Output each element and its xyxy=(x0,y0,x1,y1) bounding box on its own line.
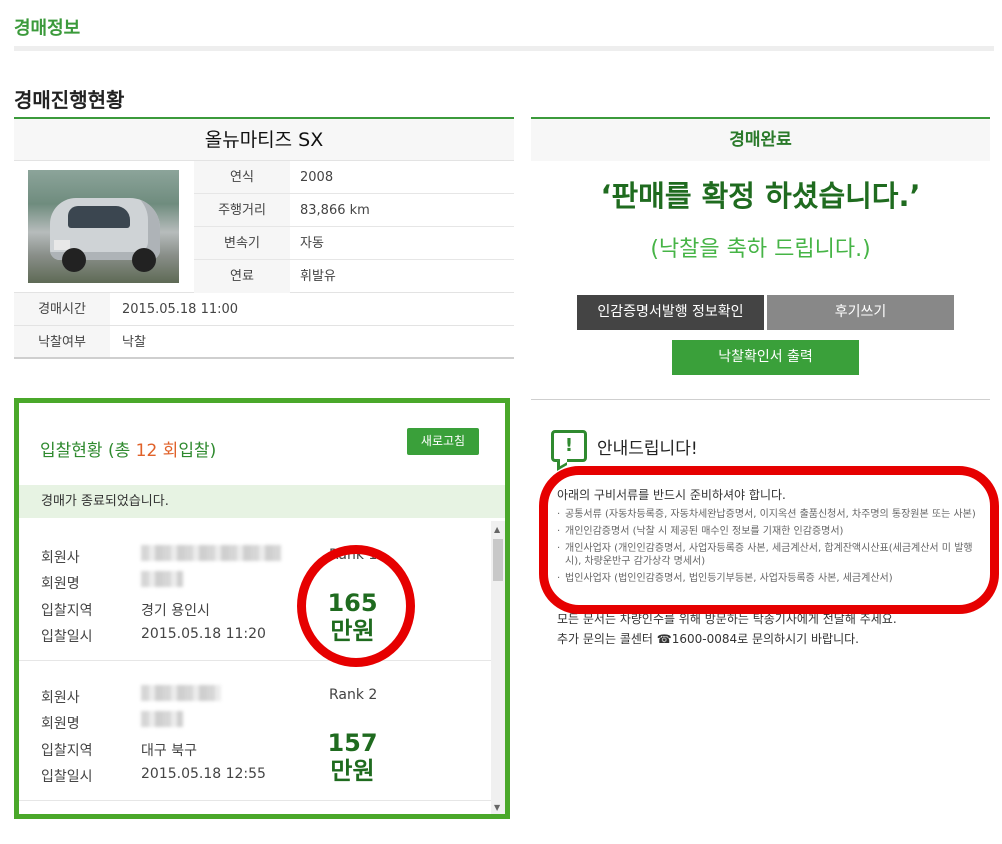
bid-count: 12 회 xyxy=(135,441,179,461)
auction-ended-notice: 경매가 종료되었습니다. xyxy=(19,485,505,518)
masked-member-company xyxy=(141,545,281,561)
bid-region: 경기 용인시 xyxy=(141,603,210,619)
info-label: 경매시간 xyxy=(14,293,110,325)
auction-complete-panel: 경매완료 ‘판매를 확정 하셨습니다.’ (낙찰을 축하 드립니다.) 인감증명… xyxy=(531,117,990,400)
spec-value: 자동 xyxy=(300,236,324,251)
masked-member-name xyxy=(141,711,183,727)
complete-heading: 경매완료 xyxy=(531,119,990,161)
car-photo[interactable] xyxy=(28,170,179,283)
document-notice-panel: ! 안내드립니다! 아래의 구비서류를 반드시 준비하셔야 합니다. 공통서류 … xyxy=(531,400,1001,660)
bid-header: 입찰현황 (총 12 회입찰) 새로고침 xyxy=(19,403,505,483)
spec-label: 변속기 xyxy=(194,227,290,259)
field-label: 입찰일시 xyxy=(41,769,93,785)
car-info-panel: 올뉴마티즈 SX 연식 2008 주행거리 83,866 km 변속기 자동 연… xyxy=(14,117,514,359)
car-summary: 연식 2008 주행거리 83,866 km 변속기 자동 연료 휘발유 xyxy=(14,161,514,293)
bid-list-scrollbar[interactable]: ▲ ▼ xyxy=(491,521,505,814)
scrollbar-thumb[interactable] xyxy=(493,539,503,581)
spec-value: 2008 xyxy=(300,170,334,185)
bid-list[interactable]: 회원사 회원명 입찰지역 경기 용인시 입찰일시 2015.05.18 11:2… xyxy=(19,521,491,814)
spec-label: 연료 xyxy=(194,260,290,293)
scroll-down-icon[interactable]: ▼ xyxy=(494,803,500,812)
title-divider xyxy=(14,46,994,51)
bid-title-prefix: 입찰현황 (총 xyxy=(40,441,136,461)
bid-status-panel: 입찰현황 (총 12 회입찰) 새로고침 경매가 종료되었습니다. 회원사 회원… xyxy=(14,398,510,819)
page-title: 경매정보 xyxy=(14,18,81,39)
info-value: 2015.05.18 11:00 xyxy=(122,302,239,317)
masked-member-company xyxy=(141,685,221,701)
spec-label: 주행거리 xyxy=(194,194,290,226)
info-value: 낙찰 xyxy=(122,335,146,350)
field-label: 회원사 xyxy=(41,690,80,706)
bid-amount-unit: 만원 xyxy=(330,757,375,785)
field-label: 회원명 xyxy=(41,576,80,592)
wheel-rear xyxy=(132,248,156,272)
spec-label: 연식 xyxy=(194,161,290,193)
field-label: 회원명 xyxy=(41,716,80,732)
spec-row-transmission: 변속기 자동 xyxy=(194,227,514,260)
refresh-button[interactable]: 새로고침 xyxy=(407,428,479,455)
wheel-front xyxy=(62,248,86,272)
bid-item: 회원사 회원명 입찰지역 경기 용인시 입찰일시 2015.05.18 11:2… xyxy=(19,521,491,667)
spec-row-fuel: 연료 휘발유 xyxy=(194,260,514,293)
call-center-notice: 추가 문의는 콜센터 ☎1600-0084로 문의하시기 바랍니다. xyxy=(557,632,859,646)
bid-region: 대구 북구 xyxy=(141,743,197,759)
field-label: 입찰지역 xyxy=(41,743,93,759)
congrats-message: (낙찰을 축하 드립니다.) xyxy=(650,237,871,262)
write-review-button[interactable]: 후기쓰기 xyxy=(767,295,954,330)
spec-row-mileage: 주행거리 83,866 km xyxy=(194,194,514,227)
scroll-up-icon[interactable]: ▲ xyxy=(494,525,500,534)
field-label: 입찰일시 xyxy=(41,629,93,645)
bid-datetime: 2015.05.18 12:55 xyxy=(141,766,266,782)
highlight-oval xyxy=(539,466,999,614)
spec-value: 83,866 km xyxy=(300,203,370,218)
notice-title: 안내드립니다! xyxy=(597,439,698,459)
masked-member-name xyxy=(141,571,183,587)
bid-amount: 157 xyxy=(327,729,378,757)
section-title: 경매진행현황 xyxy=(14,88,125,112)
info-row-award-status: 낙찰여부 낙찰 xyxy=(14,326,514,359)
car-window-shape xyxy=(68,206,130,228)
bid-item: 회원사 회원명 입찰지역 대구 북구 입찰일시 2015.05.18 12:55… xyxy=(19,661,491,801)
info-row-auction-time: 경매시간 2015.05.18 11:00 xyxy=(14,293,514,326)
spec-value: 휘발유 xyxy=(300,269,336,284)
print-award-confirmation-button[interactable]: 낙찰확인서 출력 xyxy=(672,340,859,375)
spec-row-year: 연식 2008 xyxy=(194,161,514,194)
bid-datetime: 2015.05.18 11:20 xyxy=(141,626,266,642)
car-name: 올뉴마티즈 SX xyxy=(14,119,514,161)
info-label: 낙찰여부 xyxy=(14,326,110,357)
field-label: 입찰지역 xyxy=(41,603,93,619)
confirm-message: ‘판매를 확정 하셨습니다.’ xyxy=(600,179,921,213)
highlight-circle xyxy=(297,545,415,667)
seal-certificate-info-button[interactable]: 인감증명서발행 정보확인 xyxy=(577,295,764,330)
car-spec-table: 연식 2008 주행거리 83,866 km 변속기 자동 연료 휘발유 xyxy=(194,161,514,293)
bid-title-suffix: 입찰) xyxy=(178,441,217,461)
field-label: 회원사 xyxy=(41,550,80,566)
bid-rank: Rank 2 xyxy=(329,687,378,703)
bid-title: 입찰현황 (총 12 회입찰) xyxy=(40,436,216,461)
exclamation-speech-icon: ! xyxy=(551,430,587,462)
